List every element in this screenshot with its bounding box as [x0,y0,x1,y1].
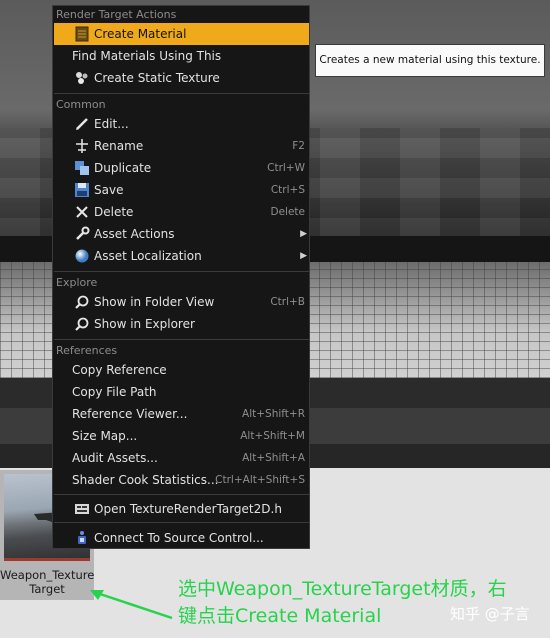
section-header-explore: Explore [56,276,98,289]
shortcut-label: Ctrl+W [267,162,305,174]
submenu-arrow-icon: ▶ [300,251,307,261]
menu-separator [54,271,309,272]
menu-item-label: Duplicate [94,161,152,175]
menu-separator [54,494,309,495]
menu-item-find-materials[interactable]: Find Materials Using This [54,45,309,67]
source-code-icon [74,501,90,517]
menu-item-label: Delete [94,205,134,219]
shortcut-label: Ctrl+S [270,184,305,196]
asset-type-color-bar [4,558,90,561]
menu-separator [54,522,309,523]
shortcut-label: Alt+Shift+R [242,408,305,420]
shortcut-label: Alt+Shift+A [242,452,305,464]
menu-item-label: Find Materials Using This [72,49,222,63]
menu-item-show-in-explorer[interactable]: Show in Explorer [54,313,309,335]
menu-item-label: Size Map... [72,429,138,443]
shortcut-label: Ctrl+Alt+Shift+S [215,474,305,486]
menu-item-rename[interactable]: Rename F2 [54,135,309,157]
menu-item-label: Create Static Texture [94,71,220,85]
delete-x-icon [74,204,90,220]
magnifier-icon [74,294,90,310]
asset-context-menu: Render Target Actions Create Material Fi… [52,5,310,549]
material-icon [74,26,90,42]
menu-item-size-map[interactable]: Size Map... Alt+Shift+M [54,425,309,447]
menu-item-label: Create Material [94,27,187,41]
create-material-tooltip: Creates a new material using this textur… [315,44,545,77]
menu-item-label: Reference Viewer... [72,407,188,421]
submenu-arrow-icon: ▶ [300,229,307,239]
rename-icon [74,138,90,154]
section-header-references: References [56,344,118,357]
source-control-icon [74,530,90,546]
wrench-icon [74,226,90,242]
menu-item-label: Asset Actions [94,227,175,241]
annotation-arrow-icon [90,590,173,620]
menu-item-connect-source-control[interactable]: Connect To Source Control... [54,527,309,549]
menu-item-label: Open TextureRenderTarget2D.h [94,502,282,516]
globe-icon [74,248,90,264]
menu-item-label: Edit... [94,117,129,131]
shortcut-label: Delete [270,206,306,218]
duplicate-icon [74,160,90,176]
menu-item-label: Show in Folder View [94,295,215,309]
magnifier-icon [74,316,90,332]
menu-item-label: Rename [94,139,144,153]
menu-item-label: Copy File Path [72,385,157,399]
menu-item-edit[interactable]: Edit... [54,113,309,135]
menu-item-create-static-texture[interactable]: Create Static Texture [54,67,309,89]
annotation-line1: 选中Weapon_TextureTarget材质，右 [178,578,507,600]
menu-item-delete[interactable]: Delete Delete [54,201,309,223]
shortcut-label: Alt+Shift+M [240,430,305,442]
shortcut-label: Ctrl+B [270,296,305,308]
menu-separator [54,93,309,94]
save-icon [74,182,90,198]
menu-item-label: Connect To Source Control... [94,531,264,545]
section-header-render-target-actions: Render Target Actions [56,8,177,21]
menu-item-label: Show in Explorer [94,317,195,331]
asset-name-line2: Target [29,582,65,596]
texture-icon [74,70,90,86]
menu-item-label: Copy Reference [72,363,167,377]
menu-item-label: Asset Localization [94,249,202,263]
menu-item-audit-assets[interactable]: Audit Assets... Alt+Shift+A [54,447,309,469]
menu-item-shader-cook-statistics[interactable]: Shader Cook Statistics... Ctrl+Alt+Shift… [54,469,309,491]
asset-name-label: Weapon_Texture Target [0,568,94,596]
menu-item-duplicate[interactable]: Duplicate Ctrl+W [54,157,309,179]
asset-name-line1: Weapon_Texture [0,568,95,582]
menu-item-copy-reference[interactable]: Copy Reference [54,359,309,381]
menu-item-save[interactable]: Save Ctrl+S [54,179,309,201]
menu-item-asset-localization[interactable]: Asset Localization ▶ [54,245,309,267]
menu-item-open-source-file[interactable]: Open TextureRenderTarget2D.h [54,498,309,520]
menu-item-create-material[interactable]: Create Material [54,23,309,45]
pencil-icon [74,116,90,132]
watermark: 知乎 @子言 [450,605,530,623]
menu-item-label: Audit Assets... [72,451,158,465]
shortcut-label: F2 [292,140,305,152]
menu-item-asset-actions[interactable]: Asset Actions ▶ [54,223,309,245]
menu-item-label: Save [94,183,124,197]
section-header-common: Common [56,98,106,111]
menu-item-copy-file-path[interactable]: Copy File Path [54,381,309,403]
menu-separator [54,339,309,340]
menu-item-show-in-folder-view[interactable]: Show in Folder View Ctrl+B [54,291,309,313]
menu-item-reference-viewer[interactable]: Reference Viewer... Alt+Shift+R [54,403,309,425]
menu-item-label: Shader Cook Statistics... [72,473,219,487]
